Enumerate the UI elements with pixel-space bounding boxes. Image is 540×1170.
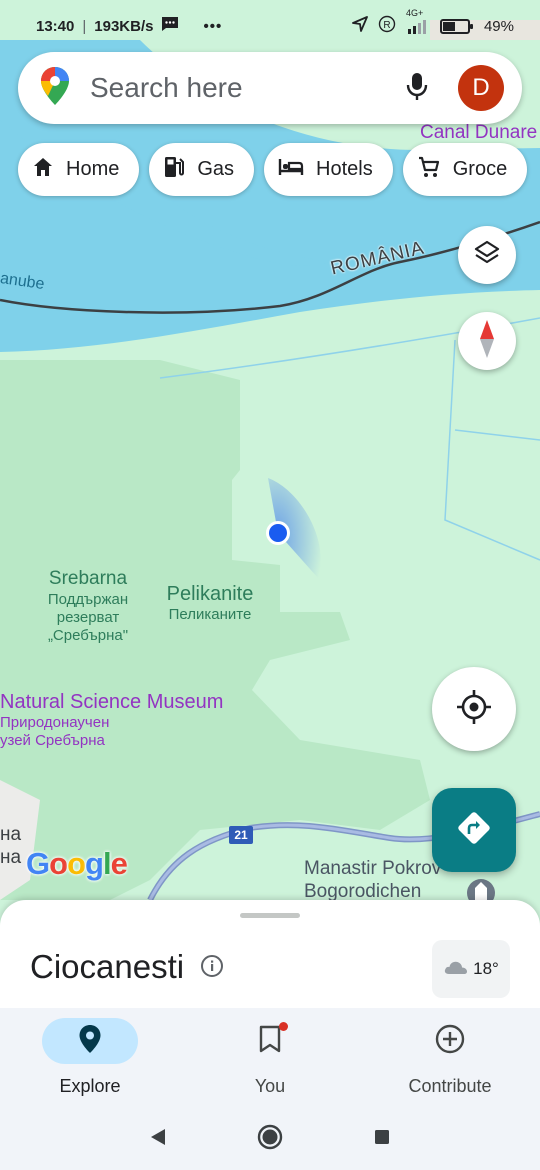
avatar[interactable]: D — [458, 65, 504, 111]
back-icon[interactable] — [149, 1127, 167, 1152]
message-icon — [161, 16, 179, 36]
svg-text:R: R — [383, 20, 390, 31]
nav-you[interactable]: You — [180, 1008, 360, 1108]
home-button-icon[interactable] — [257, 1124, 283, 1155]
nav-contribute-label: Contribute — [408, 1076, 492, 1096]
museum-bg-line1: Природонаучен — [0, 714, 110, 731]
cloud-icon — [443, 959, 469, 980]
gas-station-icon — [163, 155, 185, 185]
search-input[interactable]: Search here — [90, 72, 404, 104]
logo-letter-g: G — [26, 846, 50, 881]
road-number: 21 — [234, 828, 248, 842]
home-icon — [32, 156, 54, 184]
chip-home[interactable]: Home — [18, 143, 140, 196]
system-navigation-bar — [0, 1108, 540, 1170]
microphone-icon[interactable] — [404, 71, 430, 106]
map-poi-pelikanite[interactable]: Pelikanite Пеликаните — [160, 582, 260, 624]
nav-explore-pill — [42, 1018, 138, 1064]
srebarna-bg-line3: „Сребърна" — [47, 626, 129, 644]
pelikanite-bg: Пеликаните — [168, 606, 252, 623]
navigation-arrow-icon — [352, 16, 368, 36]
chip-hotels-label: Hotels — [316, 158, 373, 180]
recents-icon[interactable] — [373, 1128, 391, 1151]
layers-button[interactable] — [458, 226, 516, 284]
status-bar: 13:40 | 193KB/s ••• R 4G+ 49% — [0, 0, 540, 52]
chip-groceries-label: Groce — [452, 158, 508, 180]
layers-icon — [473, 239, 501, 272]
nav-explore[interactable]: Explore — [0, 1008, 180, 1108]
logo-letter-l: l — [102, 846, 112, 881]
google-maps-pin-icon — [40, 66, 70, 111]
nav-contribute[interactable]: Contribute — [360, 1008, 540, 1108]
chip-gas[interactable]: Gas — [149, 143, 255, 196]
nav-you-pill — [222, 1018, 318, 1064]
map-label-canal[interactable]: Canal Dunare — [420, 122, 537, 145]
compass-icon — [477, 319, 497, 364]
status-more: ••• — [203, 17, 223, 35]
add-circle-icon — [435, 1024, 465, 1059]
directions-button[interactable] — [432, 788, 516, 872]
map-poi-srebarna[interactable]: Srebarna Поддържан резерват „Сребърна" — [40, 568, 136, 645]
roaming-icon: R — [378, 15, 396, 37]
temperature: 18° — [473, 959, 499, 978]
srebarna-bg-line1: Поддържан — [47, 590, 129, 608]
logo-letter-g2: g — [85, 846, 104, 881]
sheet-drag-handle[interactable] — [240, 913, 300, 918]
logo-letter-o2: o — [67, 846, 86, 881]
chip-groceries[interactable]: Groce — [402, 143, 528, 196]
battery-icon — [439, 18, 473, 34]
bottom-sheet[interactable]: Ciocanesti 18° — [0, 900, 540, 1010]
srebarna-bg-line2: резерват — [56, 608, 120, 626]
cart-icon — [417, 155, 441, 185]
weather-chip[interactable]: 18° — [432, 940, 510, 998]
google-logo: Google — [26, 846, 128, 882]
signal-icon: 4G+ — [406, 8, 430, 34]
status-time: 13:40 — [36, 17, 75, 35]
search-bar[interactable]: Search here D — [18, 52, 522, 124]
battery-level: 49% — [483, 17, 514, 35]
notification-dot — [279, 1022, 288, 1031]
pelikanite-name: Pelikanite — [166, 583, 254, 605]
bed-icon — [278, 157, 304, 183]
monastery-line1: Manastir Pokrov — [304, 858, 442, 879]
my-location-button[interactable] — [432, 667, 516, 751]
map-poi-museum[interactable]: Natural Science Museum Природонаучен узе… — [0, 690, 223, 750]
current-location-dot[interactable] — [269, 524, 287, 542]
town-line1: на — [0, 824, 22, 845]
place-header: Ciocanesti — [30, 948, 224, 986]
location-pin-icon — [78, 1024, 102, 1059]
map-poi-monastery[interactable]: Manastir Pokrov Bogorodichen — [304, 858, 441, 904]
chip-hotels[interactable]: Hotels — [264, 143, 393, 196]
museum-bg-line2: узей Сребърна — [0, 732, 105, 749]
network-type: 4G+ — [405, 8, 424, 18]
town-line2: на — [0, 846, 22, 868]
compass-button[interactable] — [458, 312, 516, 370]
category-chips: Home Gas Hotels Groce — [18, 143, 528, 196]
srebarna-name: Srebarna — [48, 568, 128, 589]
nav-contribute-pill — [402, 1018, 498, 1064]
logo-letter-e: e — [110, 846, 128, 881]
bottom-navigation: Explore You Contribute — [0, 1008, 540, 1108]
map-label-town[interactable]: на на — [0, 824, 21, 870]
status-speed: 193KB/s — [94, 17, 154, 35]
directions-icon — [456, 810, 492, 851]
info-icon[interactable] — [200, 948, 224, 986]
logo-letter-o1: o — [49, 846, 68, 881]
museum-name: Natural Science Museum — [0, 691, 224, 713]
crosshair-icon — [456, 689, 492, 730]
chip-gas-label: Gas — [197, 158, 235, 180]
place-name[interactable]: Ciocanesti — [30, 948, 184, 986]
nav-you-label: You — [254, 1076, 286, 1096]
bookmark-icon — [259, 1025, 281, 1058]
nav-explore-label: Explore — [59, 1076, 121, 1096]
chip-home-label: Home — [66, 158, 120, 180]
